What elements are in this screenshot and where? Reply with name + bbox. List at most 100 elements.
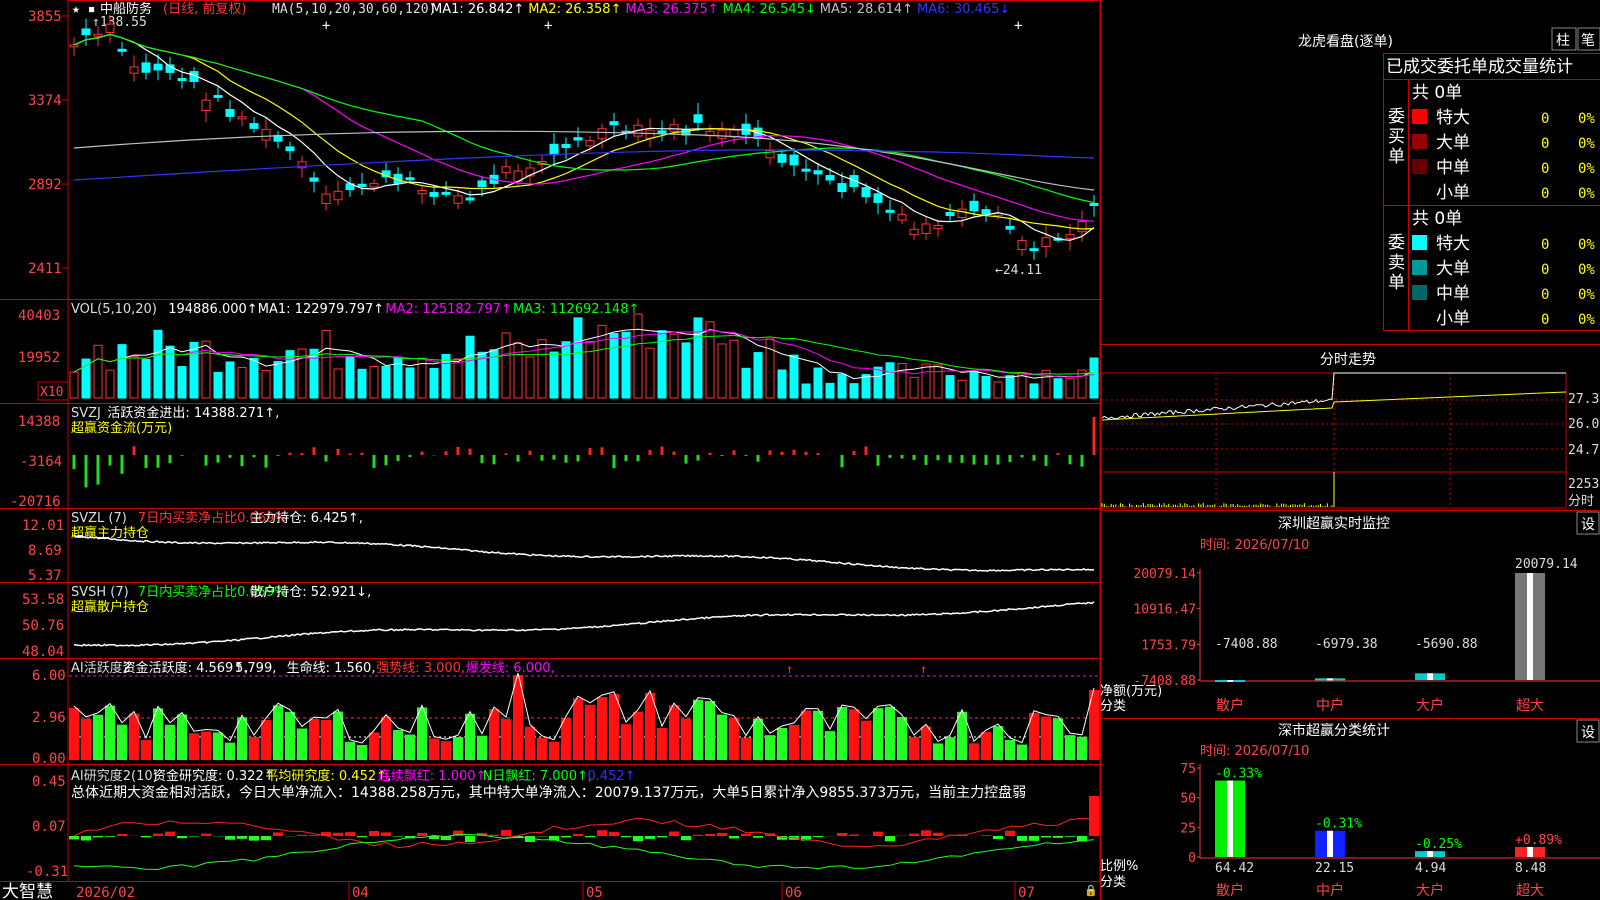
activity-bar (429, 738, 439, 760)
high-note: ↑138.55 (92, 15, 147, 30)
category-bar: 64.42 -0.33% (1215, 767, 1262, 876)
intraday-title: 分时走势 (1320, 352, 1376, 368)
volume-bar (885, 362, 895, 399)
flow-bar (864, 446, 868, 455)
candle-body (957, 208, 967, 218)
research-bar (297, 834, 307, 836)
activity-bar (573, 698, 583, 760)
volume-bar (945, 375, 955, 399)
volume-bar (105, 369, 115, 399)
category-label: 散户 (1216, 697, 1244, 714)
flow-bar (612, 455, 616, 469)
candle-body (453, 195, 463, 204)
flow-bar (912, 455, 916, 460)
flow-bar (528, 450, 532, 455)
flow-bar (936, 455, 940, 461)
research-bar (1029, 836, 1039, 841)
header-item: MA1: 26.842↑ (431, 2, 524, 17)
flow-bar (1020, 455, 1024, 458)
flow-bar (408, 455, 412, 458)
volume-bar (225, 361, 235, 399)
moving-average-lines (73, 33, 1095, 241)
research-bar (1005, 830, 1015, 836)
research-bar (573, 833, 583, 836)
volume-bar (705, 321, 715, 399)
volume-bar (69, 371, 79, 399)
flow-bar (132, 446, 136, 455)
y-tick-label: 20079.14 (1133, 567, 1196, 582)
monitor-time: 时间: 2026/07/10 (1200, 538, 1309, 553)
candle-body (477, 180, 487, 188)
research-bar (993, 836, 1003, 840)
activity-bar (1053, 718, 1063, 760)
ma-line (73, 33, 1095, 222)
bar-highlight (1327, 678, 1333, 681)
lock-icon[interactable]: 🔒 (1084, 884, 1098, 897)
volume-bar (849, 383, 859, 399)
price-axis: 3855 3374 2892 2411 (28, 9, 62, 277)
category-label: 中户 (1316, 697, 1344, 714)
volume-bar (1065, 378, 1075, 399)
candle-body (81, 28, 91, 36)
flow-bar (1044, 455, 1048, 466)
candle-body (1065, 234, 1075, 240)
research-bar (141, 836, 151, 838)
candle-body (321, 193, 331, 204)
candle-body (645, 129, 655, 139)
svsh-line (73, 601, 1095, 647)
bar-value-label: -5690.88 (1415, 637, 1478, 652)
activity-bar (585, 704, 595, 760)
candle-body (141, 62, 151, 73)
flow-bar (984, 455, 988, 465)
flow-bar (1080, 455, 1084, 467)
flow-bar (264, 455, 268, 468)
header-item: 生命线: 1.560, (287, 660, 376, 676)
flow-bar (636, 455, 640, 462)
activity-bar (621, 724, 631, 760)
flow-bar (1056, 453, 1060, 455)
classify-title: 深市超赢分类统计 (1278, 722, 1390, 739)
activity-bar (405, 734, 415, 760)
volume-bar (993, 381, 1003, 399)
candle-body (873, 193, 883, 203)
flow-bar (708, 452, 712, 455)
candle-body (417, 190, 427, 195)
flow-bar (732, 450, 736, 455)
svzj-tick: -3164 (20, 454, 62, 470)
bar-value-label: -6979.38 (1315, 637, 1378, 652)
research-bar (381, 832, 391, 836)
ai-active-line (73, 672, 1095, 744)
activity-bar (813, 710, 823, 760)
volume-bar (261, 369, 271, 399)
y-tick-label: 75 (1180, 762, 1196, 777)
activity-bar (441, 741, 451, 760)
intraday-volume (1101, 472, 1335, 507)
candle-body (1005, 225, 1015, 230)
flow-bar (804, 451, 808, 455)
flow-bar (456, 446, 460, 455)
order-count: 0 (1541, 161, 1549, 177)
candle-body (921, 223, 931, 234)
volume-bar (873, 366, 883, 399)
price-tick: 2411 (28, 261, 62, 277)
order-count: 0 (1541, 136, 1549, 152)
flow-bar (180, 455, 184, 456)
order-count: 0 (1541, 186, 1549, 202)
ma-line (73, 33, 1095, 241)
volume-bar (669, 333, 679, 399)
intraday-tick: 27.30 (1568, 392, 1600, 407)
candle-body (153, 63, 163, 71)
candle-body (105, 23, 115, 33)
bar-highlight (1227, 680, 1233, 682)
header-item: 194886.000↑ (168, 302, 257, 317)
research-bar (741, 833, 751, 836)
header-item: MA1: 122979.797↑ (258, 302, 384, 317)
activity-bar (705, 701, 715, 760)
activity-bar (357, 744, 367, 760)
candle-body (405, 177, 415, 181)
order-type: 特大 (1436, 108, 1470, 128)
research-bar (729, 836, 739, 839)
side-label-char: 卖 (1388, 253, 1405, 273)
activity-bar (453, 737, 463, 760)
activity-bar (873, 708, 883, 760)
